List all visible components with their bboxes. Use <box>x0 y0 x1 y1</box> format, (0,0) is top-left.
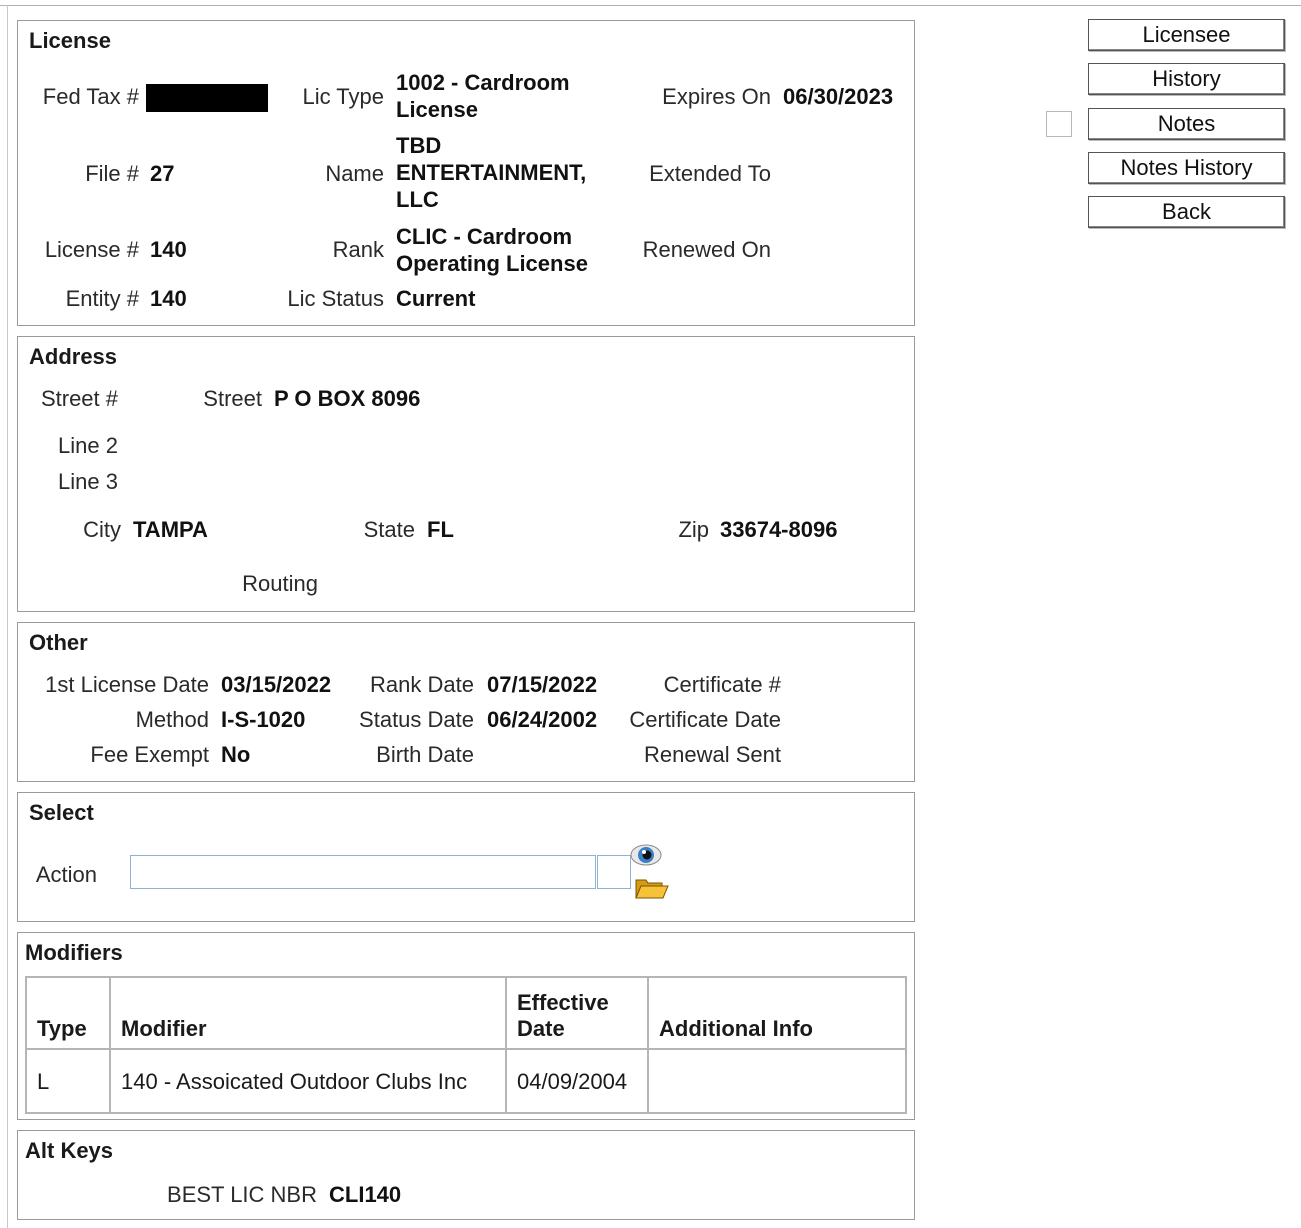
license-title: License <box>29 28 111 53</box>
entity-label: Entity # <box>65 286 139 311</box>
line2-label: Line 2 <box>58 433 118 458</box>
licensee-button[interactable]: Licensee <box>1088 19 1285 51</box>
certificate-date-label: Certificate Date <box>629 707 781 732</box>
state-label: State <box>363 517 415 542</box>
rank-value: CLIC - Cardroom Operating License <box>396 224 588 276</box>
fed-tax-label: Fed Tax # <box>42 84 139 109</box>
extended-to-label: Extended To <box>649 161 771 186</box>
alt-keys-panel: Alt Keys BEST LIC NBR CLI140 <box>17 1130 915 1220</box>
notes-button[interactable]: Notes <box>1088 108 1285 140</box>
license-number-label: License # <box>44 237 139 262</box>
street-number-label: Street # <box>40 386 118 411</box>
select-title: Select <box>29 800 94 825</box>
top-border <box>0 5 1301 6</box>
cell-type: L <box>25 1048 111 1114</box>
left-border <box>7 5 8 1228</box>
table-header-row: Type Modifier Effective Date Additional … <box>25 976 907 1050</box>
lic-status-value: Current <box>396 286 476 311</box>
notes-checkbox[interactable] <box>1046 111 1072 137</box>
history-button[interactable]: History <box>1088 63 1285 95</box>
column-header-type: Type <box>25 976 111 1050</box>
address-panel: Address Street # Street P O BOX 8096 Lin… <box>17 336 915 612</box>
status-date-value: 06/24/2002 <box>487 707 598 732</box>
table-row: L 140 - Assoicated Outdoor Clubs Inc 04/… <box>25 1048 907 1114</box>
method-value: I-S-1020 <box>221 707 306 732</box>
first-license-date-label: 1st License Date <box>45 672 209 697</box>
column-header-modifier: Modifier <box>109 976 507 1050</box>
action-dropdown-button[interactable] <box>597 855 631 889</box>
fee-exempt-label: Fee Exempt <box>90 742 209 767</box>
city-label: City <box>83 517 121 542</box>
best-lic-nbr-label: BEST LIC NBR <box>167 1182 317 1207</box>
address-title: Address <box>29 344 118 369</box>
column-header-effective-date: Effective Date <box>505 976 649 1050</box>
modifiers-title: Modifiers <box>25 940 123 965</box>
modifiers-panel: Modifiers Type Modifier Effective Date A… <box>17 932 915 1120</box>
rank-label: Rank <box>332 237 384 262</box>
action-input[interactable] <box>130 855 596 889</box>
license-panel: License Fed Tax # Lic Type 1002 - Cardro… <box>17 20 915 326</box>
renewed-on-label: Renewed On <box>642 237 771 262</box>
status-date-label: Status Date <box>359 707 474 732</box>
file-label: File # <box>85 161 139 186</box>
lic-type-label: Lic Type <box>302 84 384 109</box>
line3-label: Line 3 <box>58 469 118 494</box>
best-lic-nbr-value: CLI140 <box>329 1182 402 1207</box>
first-license-date-value: 03/15/2022 <box>221 672 332 697</box>
expires-on-label: Expires On <box>662 84 771 109</box>
other-panel: Other 1st License Date 03/15/2022 Rank D… <box>17 622 915 782</box>
routing-label: Routing <box>242 571 318 596</box>
renewal-sent-label: Renewal Sent <box>644 742 781 767</box>
cell-additional-info <box>647 1048 907 1114</box>
rank-date-value: 07/15/2022 <box>487 672 598 697</box>
modifiers-table: Type Modifier Effective Date Additional … <box>25 976 907 1114</box>
expires-on-value: 06/30/2023 <box>783 84 894 109</box>
city-value: TAMPA <box>133 517 208 542</box>
alt-keys-title: Alt Keys <box>25 1138 114 1163</box>
entity-value: 140 <box>150 286 187 311</box>
zip-label: Zip <box>678 517 709 542</box>
method-label: Method <box>135 707 209 732</box>
select-panel: Select Action <box>17 792 915 922</box>
column-header-additional-info: Additional Info <box>647 976 907 1050</box>
folder-open-icon[interactable] <box>635 877 669 899</box>
fee-exempt-value: No <box>221 742 251 767</box>
action-label: Action <box>35 862 97 887</box>
other-title: Other <box>29 630 88 655</box>
lic-type-value: 1002 - Cardroom License <box>396 70 570 122</box>
state-value: FL <box>427 517 454 542</box>
street-value: P O BOX 8096 <box>274 386 421 411</box>
cell-modifier: 140 - Assoicated Outdoor Clubs Inc <box>109 1048 507 1114</box>
name-value: TBD ENTERTAINMENT, LLC <box>396 133 587 212</box>
file-value: 27 <box>150 161 175 186</box>
name-label: Name <box>325 161 384 186</box>
license-number-value: 140 <box>150 237 187 262</box>
rank-date-label: Rank Date <box>370 672 474 697</box>
cell-effective-date: 04/09/2004 <box>505 1048 649 1114</box>
certificate-number-label: Certificate # <box>663 672 781 697</box>
street-label: Street <box>203 386 262 411</box>
redacted-fed-tax-value <box>146 84 268 112</box>
lic-status-label: Lic Status <box>287 286 384 311</box>
birth-date-label: Birth Date <box>376 742 474 767</box>
back-button[interactable]: Back <box>1088 196 1285 228</box>
zip-value: 33674-8096 <box>720 517 838 542</box>
eye-icon[interactable] <box>630 843 662 867</box>
notes-history-button[interactable]: Notes History <box>1088 152 1285 184</box>
